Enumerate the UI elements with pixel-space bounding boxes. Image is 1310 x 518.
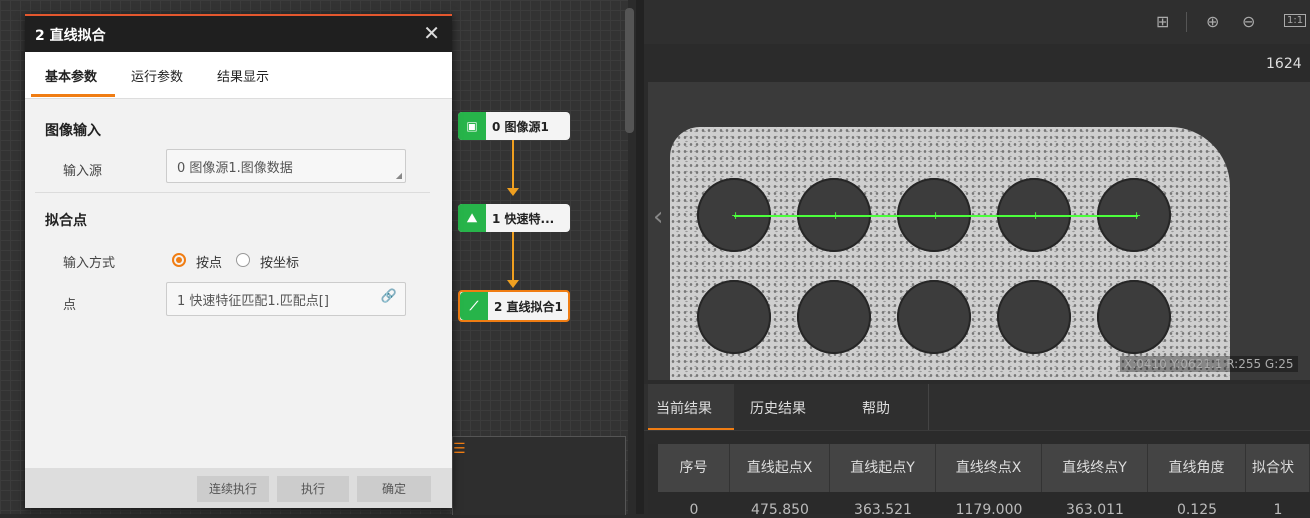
radio-by-point[interactable]: [172, 253, 186, 267]
flow-arrow-head: [507, 280, 519, 288]
minimap-panel: [452, 436, 626, 515]
dialog-footer: 连续执行 执行 确定: [25, 468, 452, 508]
table-cell: 475.850: [751, 502, 809, 518]
input-mode-label: 输入方式: [63, 256, 116, 271]
flow-arrow-head: [507, 188, 519, 196]
active-tab-indicator: [31, 94, 115, 97]
point-label: 点: [63, 298, 77, 313]
panel-divider[interactable]: [636, 0, 644, 514]
section-image-input: 图像输入: [45, 123, 101, 139]
flow-node-label: 2 直线拟合1: [494, 300, 563, 314]
tab-current-result[interactable]: 当前结果: [656, 398, 712, 418]
continuous-run-button[interactable]: 连续执行: [197, 476, 269, 502]
tab-separator: [928, 384, 929, 430]
toolbar-separator: [1186, 12, 1187, 32]
canvas-scrollbar[interactable]: [625, 8, 634, 133]
match-point-marker: +: [731, 209, 741, 222]
column-header: 直线起点Y: [830, 444, 936, 492]
menu-icon[interactable]: ☰: [453, 438, 466, 460]
actual-size-icon[interactable]: 1:1: [1284, 14, 1307, 27]
hole: [797, 280, 871, 354]
hole: [1097, 280, 1171, 354]
line-fit-dialog: 2 直线拟合 ✕ 基本参数 运行参数 结果显示 图像输入 输入源 0 图像源1.…: [25, 14, 452, 508]
dropdown-corner-icon: ◢: [395, 171, 402, 180]
match-point-marker: +: [1132, 209, 1142, 222]
flow-node-feature-match[interactable]: ⛰ 1 快速特...: [458, 204, 570, 232]
table-cell: 363.521: [854, 502, 912, 518]
column-header: 序号: [658, 444, 730, 492]
hole: [697, 280, 771, 354]
column-header: 直线终点Y: [1042, 444, 1148, 492]
zoom-out-icon[interactable]: ⊖: [1242, 12, 1255, 31]
feature-match-icon: ⛰: [458, 204, 486, 232]
tab-history-result[interactable]: 历史结果: [750, 398, 806, 418]
column-header: 直线起点X: [730, 444, 830, 492]
table-cell: 363.011: [1066, 502, 1124, 518]
match-point-marker: +: [1031, 209, 1041, 222]
hole: [897, 280, 971, 354]
match-point-marker: +: [931, 209, 941, 222]
column-header: 拟合状: [1246, 444, 1310, 492]
dialog-title: 2 直线拟合: [35, 28, 106, 44]
result-table: 序号 直线起点X 直线起点Y 直线终点X 直线终点Y 直线角度 拟合状 0 47…: [648, 444, 1310, 518]
input-source-label: 输入源: [63, 164, 103, 179]
image-toolbar: ⊞ ⊕ ⊖ 1:1: [644, 0, 1310, 44]
zoom-in-icon[interactable]: ⊕: [1206, 12, 1219, 31]
column-header: 直线终点X: [936, 444, 1042, 492]
flow-node-label: 1 快速特...: [492, 212, 555, 226]
input-source-value: 0 图像源1.图像数据: [177, 161, 293, 176]
dialog-tabs: 基本参数 运行参数 结果显示: [25, 52, 452, 99]
grid-icon[interactable]: ⊞: [1156, 12, 1169, 31]
result-tabs: [644, 384, 1310, 431]
table-cell: 1179.000: [955, 502, 1023, 518]
radio-by-coordinate-label[interactable]: 按坐标: [260, 252, 299, 271]
pixel-info: X:0410 Y:0621.1 R:255 G:25: [1120, 356, 1298, 372]
tab-help[interactable]: 帮助: [862, 398, 890, 418]
match-point-marker: +: [831, 209, 841, 222]
image-size-readout: 1624: [1266, 56, 1302, 72]
prev-image-icon[interactable]: ‹: [653, 202, 663, 232]
point-input[interactable]: 1 快速特征匹配1.匹配点[] 🔗: [166, 282, 406, 316]
hole: [997, 280, 1071, 354]
close-icon[interactable]: ✕: [423, 21, 440, 45]
dialog-titlebar[interactable]: 2 直线拟合 ✕: [25, 16, 452, 52]
table-cell: 0.125: [1176, 502, 1218, 518]
line-fit-icon: ⟋: [460, 292, 488, 320]
radio-by-point-label[interactable]: 按点: [196, 252, 222, 271]
flow-connector: [512, 140, 514, 188]
tab-basic-params[interactable]: 基本参数: [45, 66, 97, 85]
table-cell: 0: [689, 502, 699, 518]
point-value: 1 快速特征匹配1.匹配点[]: [177, 294, 329, 309]
table-cell: 1: [1273, 502, 1283, 518]
image-header: [644, 44, 1310, 82]
divider: [35, 192, 430, 193]
column-header: 直线角度: [1148, 444, 1246, 492]
tab-result-display[interactable]: 结果显示: [217, 66, 269, 85]
flow-connector: [512, 232, 514, 280]
flow-node-image-source[interactable]: ▣ 0 图像源1: [458, 112, 570, 140]
radio-by-coordinate[interactable]: [236, 253, 250, 267]
run-button[interactable]: 执行: [277, 476, 349, 502]
section-fit-points: 拟合点: [45, 213, 87, 229]
flow-node-line-fit[interactable]: ⟋ 2 直线拟合1: [458, 290, 570, 322]
ok-button[interactable]: 确定: [357, 476, 431, 502]
flow-node-label: 0 图像源1: [492, 120, 549, 134]
image-icon: ▣: [458, 112, 486, 140]
image-view[interactable]: ‹ + + + + +: [648, 82, 1310, 380]
tab-run-params[interactable]: 运行参数: [131, 66, 183, 85]
link-icon[interactable]: 🔗: [381, 289, 397, 304]
input-source-select[interactable]: 0 图像源1.图像数据 ◢: [166, 149, 406, 183]
